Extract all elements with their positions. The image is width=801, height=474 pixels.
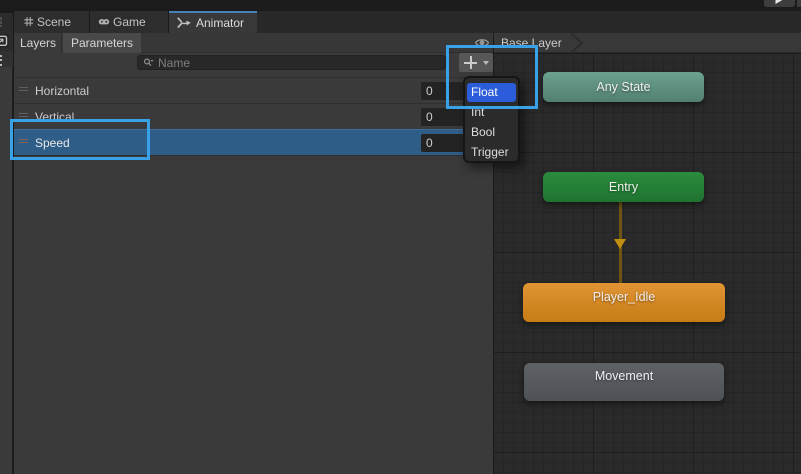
- dots-icon: [0, 21, 2, 23]
- dots-icon: [0, 55, 2, 57]
- tab-animator-label: Animator: [196, 16, 244, 30]
- tab-scene-label: Scene: [37, 15, 71, 29]
- search-placeholder: Name: [158, 56, 190, 70]
- node-any-state[interactable]: Any State: [543, 72, 704, 102]
- search-icon: [143, 57, 154, 68]
- dots-icon: [0, 17, 2, 19]
- tab-scene[interactable]: Scene: [14, 11, 89, 33]
- tab-game-label: Game: [113, 15, 146, 29]
- node-movement[interactable]: Movement: [524, 363, 724, 401]
- drag-handle-icon[interactable]: [19, 87, 28, 91]
- tabstrip-empty: [257, 11, 801, 33]
- left-edge-strip: [0, 13, 13, 474]
- pause-button[interactable]: [797, 0, 801, 7]
- parameter-name: Horizontal: [35, 84, 89, 98]
- dots-icon: [0, 64, 2, 66]
- breadcrumb-chevron-icon: [570, 33, 584, 53]
- search-input[interactable]: Name: [137, 55, 446, 70]
- gamepad-icon: [98, 16, 110, 28]
- editor-topbar: [0, 0, 801, 11]
- drag-handle-icon[interactable]: [19, 113, 28, 117]
- animator-icon: [177, 17, 192, 29]
- tab-game[interactable]: Game: [90, 11, 168, 33]
- node-entry[interactable]: Entry: [543, 172, 704, 202]
- play-button[interactable]: [764, 0, 795, 7]
- animator-window: Scene Game Animator: [0, 0, 801, 474]
- dock-tabstrip: Scene Game Animator: [0, 11, 801, 33]
- transition-arrowhead-icon: [614, 239, 626, 249]
- tab-parameters[interactable]: Parameters: [63, 33, 141, 53]
- maximize-icon[interactable]: [0, 34, 12, 50]
- grid-icon: [24, 16, 34, 28]
- annotation-box-speed-row: [10, 119, 150, 160]
- breadcrumb-bar: Base Layer: [494, 33, 801, 53]
- panel-toolbar: Layers Parameters: [14, 33, 493, 53]
- graph-grid[interactable]: [494, 54, 801, 474]
- parameters-panel: Layers Parameters Name: [14, 33, 493, 474]
- dots-icon: [0, 59, 2, 61]
- tab-layers[interactable]: Layers: [15, 33, 62, 53]
- parameter-row-horizontal[interactable]: Horizontal 0: [14, 77, 493, 103]
- menu-item-bool[interactable]: Bool: [467, 123, 516, 142]
- menu-item-trigger[interactable]: Trigger: [467, 143, 516, 162]
- tab-animator[interactable]: Animator: [169, 11, 257, 33]
- annotation-box-add-button: [446, 45, 538, 109]
- node-player-idle[interactable]: Player_Idle: [523, 283, 725, 322]
- play-icon: [774, 0, 783, 4]
- dots-icon: [0, 25, 2, 27]
